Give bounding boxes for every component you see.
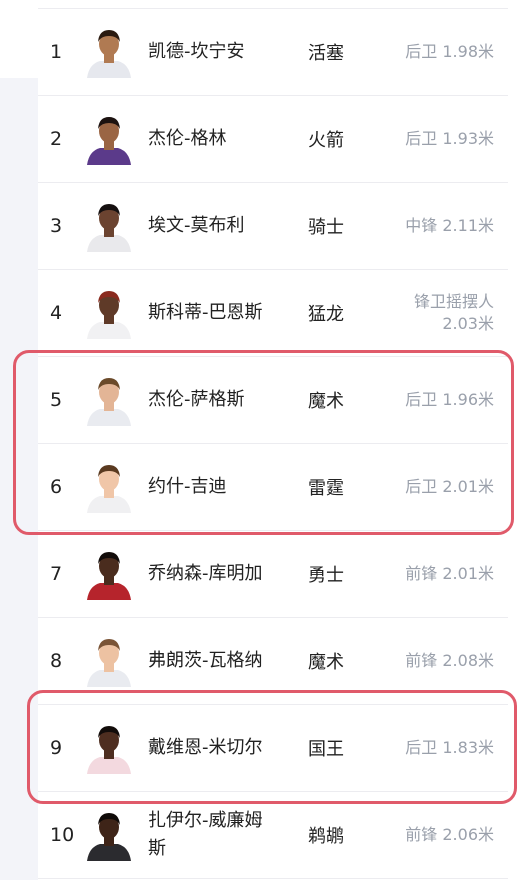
player-avatar bbox=[84, 113, 134, 165]
player-name: 埃文-莫布利 bbox=[148, 215, 245, 236]
player-name: 扎伊尔-威廉姆斯 bbox=[148, 810, 263, 859]
avatar-jersey bbox=[87, 757, 131, 774]
avatar-jersey bbox=[87, 496, 131, 513]
rank-number: 6 bbox=[50, 476, 63, 498]
rank-number: 7 bbox=[50, 563, 63, 585]
player-avatar bbox=[84, 548, 134, 600]
avatar-jersey bbox=[87, 409, 131, 426]
player-row[interactable]: 7 乔纳森-库明加 勇士 前锋 2.01米 bbox=[38, 531, 508, 618]
rank-number: 9 bbox=[50, 737, 63, 759]
player-avatar bbox=[84, 374, 134, 426]
team-name: 魔术 bbox=[308, 391, 344, 412]
rank-number: 1 bbox=[50, 41, 63, 63]
avatar-jersey bbox=[87, 844, 131, 861]
player-row[interactable]: 8 弗朗茨-瓦格纳 魔术 前锋 2.08米 bbox=[38, 618, 508, 705]
avatar-jersey bbox=[87, 235, 131, 252]
avatar-jersey bbox=[87, 583, 131, 600]
team-name: 火箭 bbox=[308, 130, 344, 151]
player-name: 杰伦-格林 bbox=[148, 128, 227, 149]
position-height: 后卫 1.93米 bbox=[405, 129, 494, 148]
player-avatar bbox=[84, 287, 134, 339]
avatar-jersey bbox=[87, 61, 131, 78]
avatar-jersey bbox=[87, 670, 131, 687]
position-height: 后卫 2.01米 bbox=[405, 477, 494, 496]
player-avatar bbox=[84, 461, 134, 513]
position-height: 锋卫摇摆人 2.03米 bbox=[413, 292, 494, 333]
player-row[interactable]: 10 扎伊尔-威廉姆斯 鹈鹕 前锋 2.06米 bbox=[38, 792, 508, 879]
rank-number: 4 bbox=[50, 302, 63, 324]
player-name: 凯德-坎宁安 bbox=[148, 41, 245, 62]
position-height: 前锋 2.06米 bbox=[405, 825, 494, 844]
player-name: 弗朗茨-瓦格纳 bbox=[148, 650, 263, 671]
player-row[interactable]: 4 斯科蒂-巴恩斯 猛龙 锋卫摇摆人 2.03米 bbox=[38, 270, 508, 357]
player-avatar bbox=[84, 26, 134, 78]
rank-number: 10 bbox=[50, 824, 75, 846]
player-name: 乔纳森-库明加 bbox=[148, 563, 263, 584]
rank-number: 2 bbox=[50, 128, 63, 150]
rank-number: 5 bbox=[50, 389, 63, 411]
rank-number: 3 bbox=[50, 215, 63, 237]
player-row[interactable]: 1 凯德-坎宁安 活塞 后卫 1.98米 bbox=[38, 9, 508, 96]
rank-number: 8 bbox=[50, 650, 63, 672]
player-name: 戴维恩-米切尔 bbox=[148, 737, 263, 758]
team-name: 猛龙 bbox=[308, 304, 344, 325]
player-row[interactable]: 3 埃文-莫布利 骑士 中锋 2.11米 bbox=[38, 183, 508, 270]
player-row[interactable]: 2 杰伦-格林 火箭 后卫 1.93米 bbox=[38, 96, 508, 183]
position-height: 中锋 2.11米 bbox=[405, 216, 494, 235]
player-avatar bbox=[84, 722, 134, 774]
team-name: 活塞 bbox=[308, 43, 344, 64]
player-avatar bbox=[84, 200, 134, 252]
team-name: 魔术 bbox=[308, 652, 344, 673]
player-row[interactable]: 6 约什-吉迪 雷霆 后卫 2.01米 bbox=[38, 444, 508, 531]
player-name: 约什-吉迪 bbox=[148, 476, 227, 497]
team-name: 鹈鹕 bbox=[308, 826, 344, 847]
avatar-jersey bbox=[87, 322, 131, 339]
ranking-page: 1 凯德-坎宁安 活塞 后卫 1.98米 2 杰伦-格林 火箭 后卫 1.93米… bbox=[0, 0, 519, 880]
position-height: 前锋 2.01米 bbox=[405, 564, 494, 583]
position-height: 前锋 2.08米 bbox=[405, 651, 494, 670]
team-name: 国王 bbox=[308, 739, 344, 760]
team-name: 骑士 bbox=[308, 217, 344, 238]
position-height: 后卫 1.98米 bbox=[405, 42, 494, 61]
player-row[interactable]: 9 戴维恩-米切尔 国王 后卫 1.83米 bbox=[38, 705, 508, 792]
player-name: 杰伦-萨格斯 bbox=[148, 389, 245, 410]
avatar-jersey bbox=[87, 148, 131, 165]
team-name: 雷霆 bbox=[308, 478, 344, 499]
player-row[interactable]: 5 杰伦-萨格斯 魔术 后卫 1.96米 bbox=[38, 357, 508, 444]
position-height: 后卫 1.96米 bbox=[405, 390, 494, 409]
player-avatar bbox=[84, 809, 134, 861]
team-name: 勇士 bbox=[308, 565, 344, 586]
position-height: 后卫 1.83米 bbox=[405, 738, 494, 757]
player-name: 斯科蒂-巴恩斯 bbox=[148, 302, 263, 323]
player-avatar bbox=[84, 635, 134, 687]
left-side-panel bbox=[0, 78, 38, 880]
